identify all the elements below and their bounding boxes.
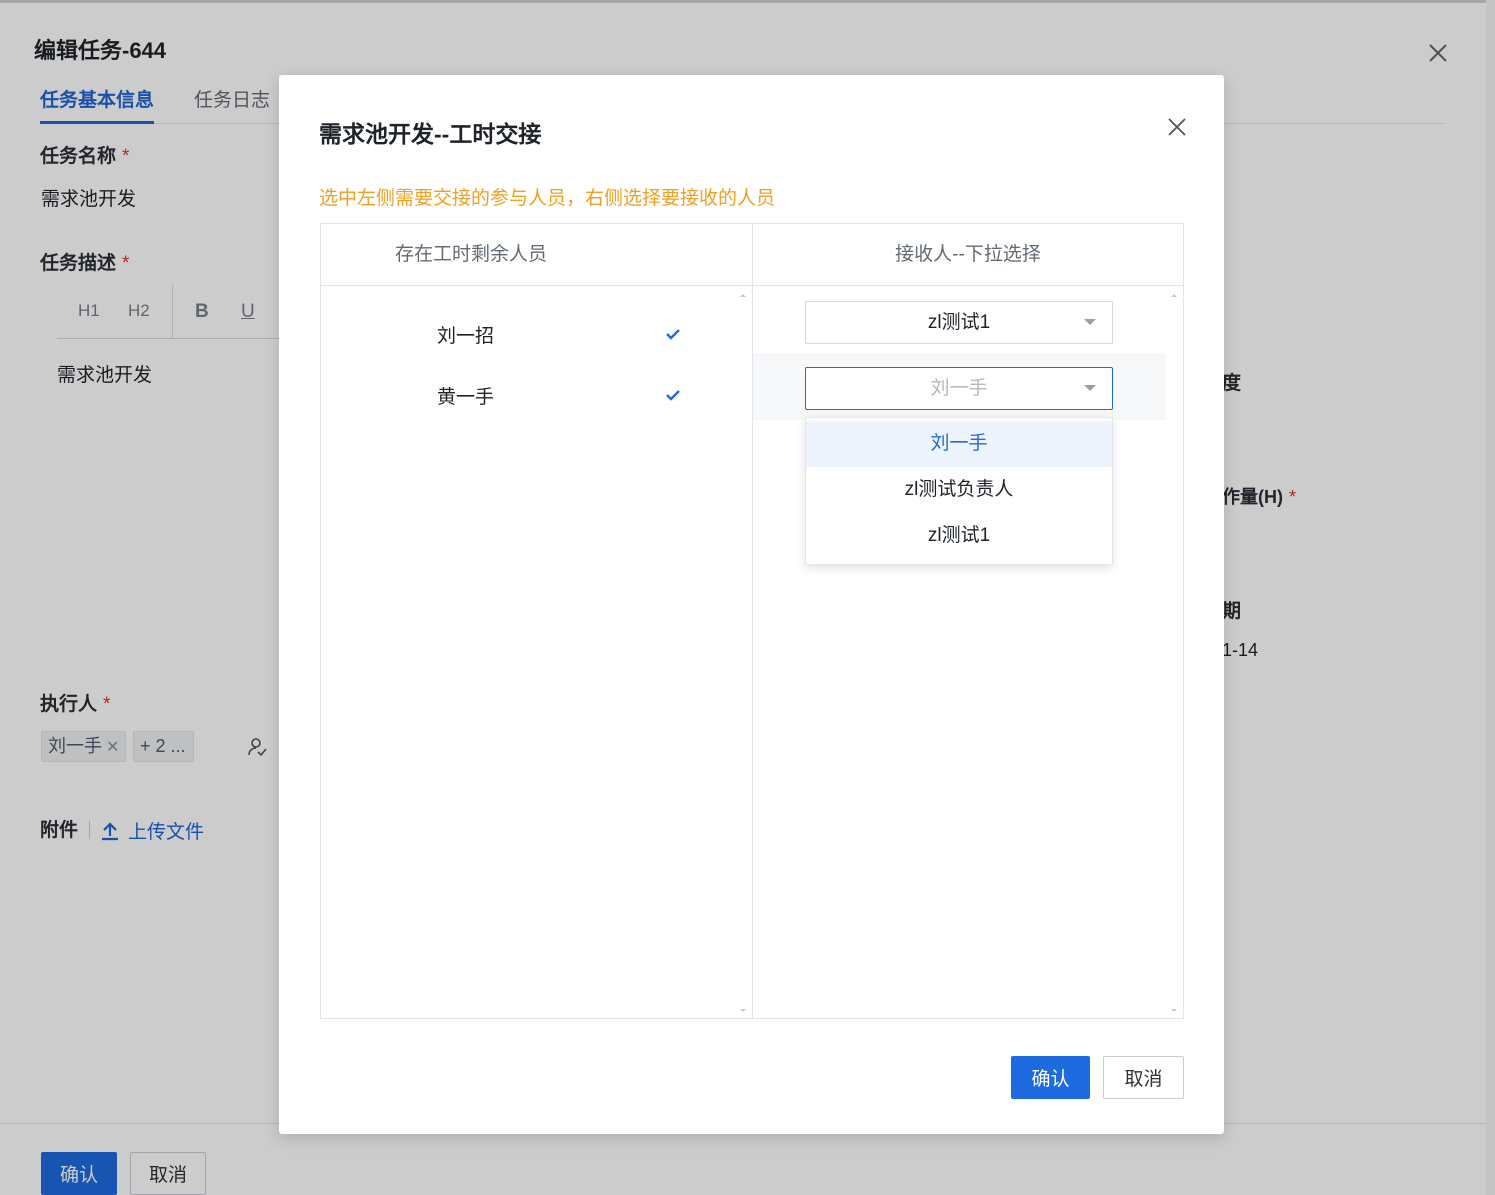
modal-title: 需求池开发--工时交接 (319, 121, 542, 147)
hint-text: 选中左侧需要交接的参与人员，右侧选择要接收的人员 (319, 188, 776, 209)
right-column: 接收人--下拉选择 zl测试1 刘一手 刘一手 zl测试负责人 zl测试1 (753, 224, 1183, 1018)
scroll-up-arrow[interactable] (1171, 294, 1177, 297)
modal-cancel-button[interactable]: 取消 (1103, 1056, 1184, 1099)
check-icon (666, 390, 680, 401)
modal-confirm-button[interactable]: 确认 (1011, 1056, 1090, 1099)
left-column: 存在工时剩余人员 刘一招 黄一手 (321, 224, 753, 1018)
dropdown-option[interactable]: zl测试1 (806, 513, 1112, 559)
chevron-down-icon (1084, 385, 1096, 391)
dropdown-option[interactable]: zl测试负责人 (806, 467, 1112, 513)
scroll-up-arrow[interactable] (740, 294, 746, 297)
select-placeholder: 刘一手 (930, 378, 988, 399)
left-column-header: 存在工时剩余人员 (321, 224, 752, 286)
right-column-header: 接收人--下拉选择 (753, 224, 1183, 286)
scroll-down-arrow[interactable] (740, 1009, 746, 1012)
list-item[interactable]: 刘一招 (321, 303, 751, 365)
receiver-select[interactable]: zl测试1 (805, 301, 1113, 344)
scroll-down-arrow[interactable] (1171, 1009, 1177, 1012)
select-dropdown: 刘一手 zl测试负责人 zl测试1 (805, 417, 1113, 565)
handover-table: 存在工时剩余人员 刘一招 黄一手 接收人--下拉选择 zl测试1 刘一手 刘一手… (320, 223, 1184, 1019)
close-icon[interactable] (1165, 115, 1189, 139)
person-name: 黄一手 (437, 387, 495, 408)
person-name: 刘一招 (437, 326, 495, 347)
chevron-down-icon (1084, 319, 1096, 325)
handover-modal: 需求池开发--工时交接 选中左侧需要交接的参与人员，右侧选择要接收的人员 存在工… (279, 75, 1224, 1134)
dropdown-option[interactable]: 刘一手 (806, 421, 1112, 467)
check-icon (666, 329, 680, 340)
select-value: zl测试1 (927, 312, 991, 333)
receiver-select[interactable]: 刘一手 (805, 367, 1113, 410)
list-item[interactable]: 黄一手 (321, 364, 751, 426)
